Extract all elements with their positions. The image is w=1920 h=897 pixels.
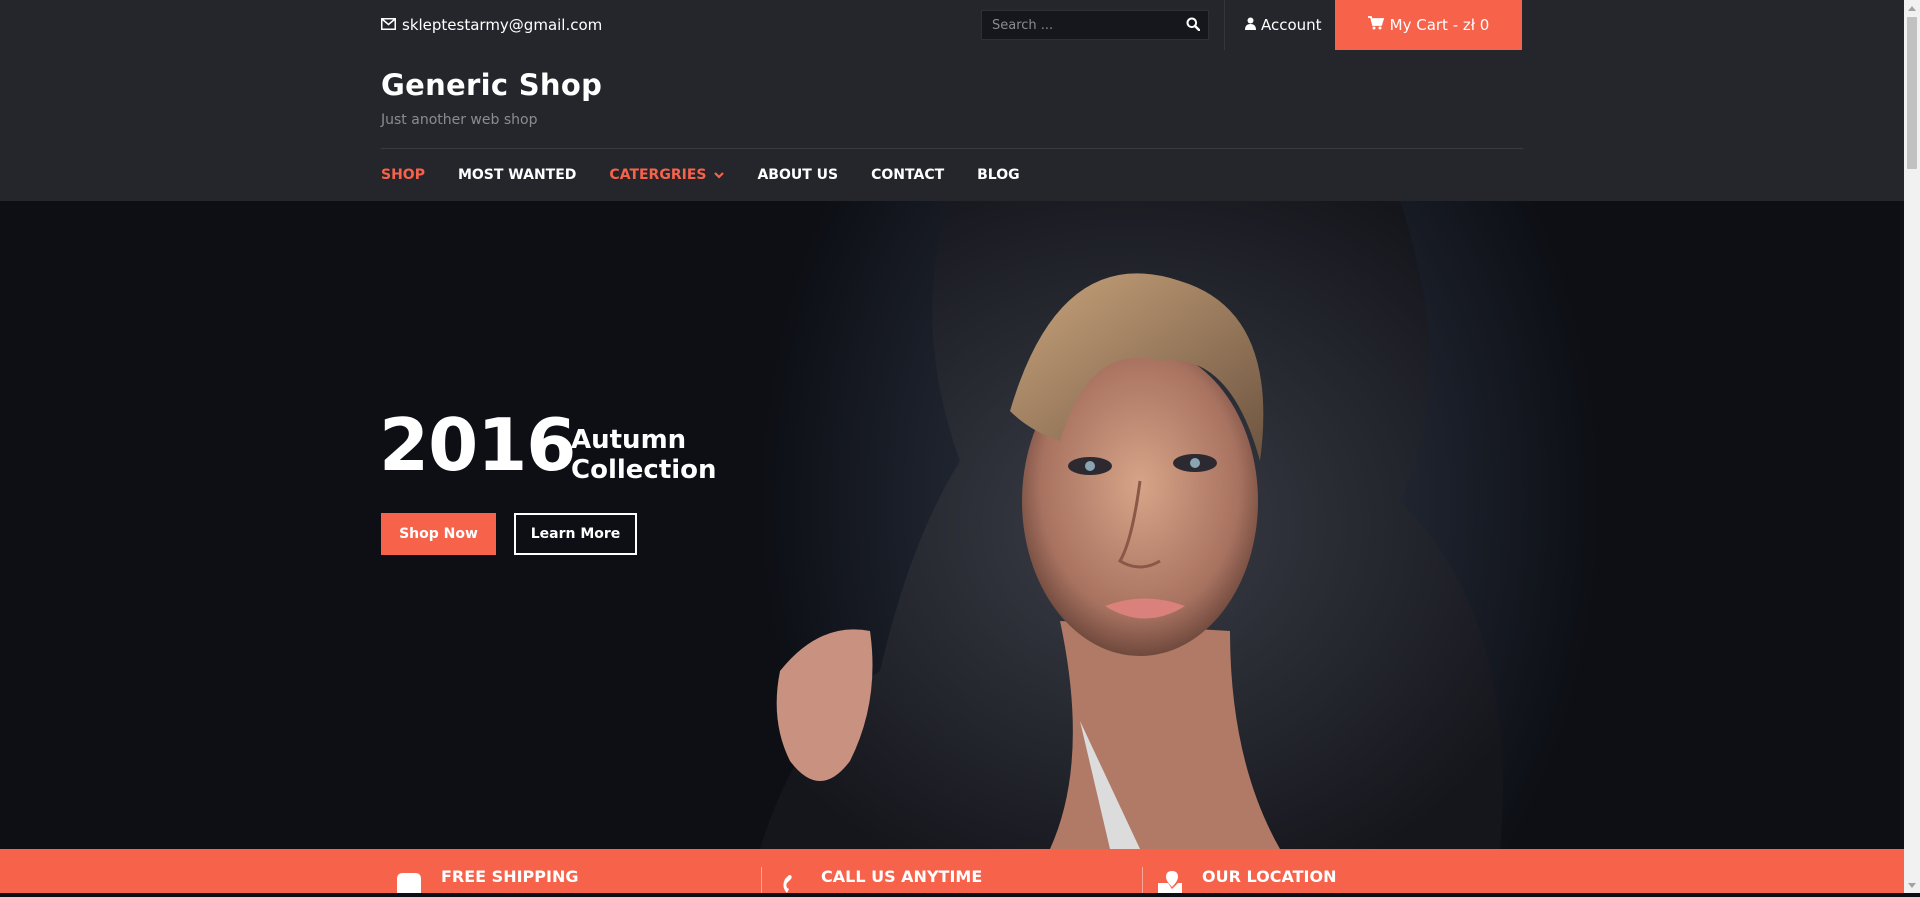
feature-divider bbox=[761, 867, 762, 893]
search-input[interactable] bbox=[982, 16, 1178, 34]
site-title[interactable]: Generic Shop bbox=[381, 68, 602, 102]
nav-item-label: CATERGRIES bbox=[609, 167, 707, 183]
feature-divider bbox=[1142, 867, 1143, 893]
contact-email-text: skleptestarmy@gmail.com bbox=[402, 16, 603, 34]
search-icon bbox=[1186, 16, 1201, 35]
cart-label: My Cart - zł 0 bbox=[1389, 16, 1490, 34]
chevron-down-icon bbox=[714, 167, 725, 183]
nav-item-most-wanted[interactable]: MOST WANTED bbox=[458, 167, 576, 183]
features-bar: FREE SHIPPING CALL US ANYTIME OUR LOCATI… bbox=[0, 849, 1904, 893]
scrollbar-thumb[interactable] bbox=[1907, 17, 1917, 169]
nav-item-label: BLOG bbox=[977, 167, 1020, 183]
search-form bbox=[981, 10, 1209, 40]
scroll-down-arrow-icon[interactable] bbox=[1904, 877, 1920, 893]
nav-item-label: ABOUT US bbox=[757, 167, 839, 183]
shopping-cart-icon bbox=[1367, 16, 1384, 34]
nav-item-blog[interactable]: BLOG bbox=[977, 167, 1020, 183]
hero-year: 2016 bbox=[379, 403, 576, 487]
nav-item-about-us[interactable]: ABOUT US bbox=[757, 167, 838, 183]
cart-button[interactable]: My Cart - zł 0 bbox=[1335, 0, 1522, 50]
learn-more-button[interactable]: Learn More bbox=[514, 513, 637, 555]
top-bar: skleptestarmy@gmail.com Account My Cart … bbox=[0, 0, 1904, 50]
feature-title: OUR LOCATION bbox=[1202, 867, 1337, 886]
contact-email[interactable]: skleptestarmy@gmail.com bbox=[381, 0, 602, 50]
envelope-icon bbox=[381, 16, 396, 34]
account-link[interactable]: Account bbox=[1245, 0, 1322, 50]
hero-subtitle: Autumn Collection bbox=[571, 425, 717, 485]
hero-subtitle-line-2: Collection bbox=[571, 455, 717, 485]
topbar-divider bbox=[1224, 0, 1225, 50]
feature-title: FREE SHIPPING bbox=[441, 867, 579, 886]
nav-item-shop[interactable]: SHOP bbox=[381, 167, 425, 183]
location-icon bbox=[1154, 869, 1184, 893]
scroll-up-arrow-icon[interactable] bbox=[1904, 0, 1920, 16]
hero-model-image bbox=[760, 201, 1503, 849]
search-button[interactable] bbox=[1178, 11, 1208, 39]
nav-item-contact[interactable]: CONTACT bbox=[871, 167, 944, 183]
shop-now-button[interactable]: Shop Now bbox=[381, 513, 496, 555]
user-icon bbox=[1245, 16, 1256, 34]
site-header: Generic Shop Just another web shop SHOP … bbox=[0, 50, 1904, 201]
hero-slider: 2016 Autumn Collection Shop Now Learn Mo… bbox=[0, 201, 1904, 849]
site-tagline: Just another web shop bbox=[381, 112, 538, 128]
nav-item-categories[interactable]: CATERGRIES bbox=[609, 167, 725, 183]
page-scrollbar[interactable] bbox=[1904, 0, 1920, 893]
main-nav: SHOP MOST WANTED CATERGRIES ABOUT US CON… bbox=[381, 149, 1053, 201]
nav-item-label: SHOP bbox=[381, 167, 425, 183]
phone-icon bbox=[773, 869, 803, 893]
nav-item-label: MOST WANTED bbox=[457, 167, 577, 183]
hero-subtitle-line-1: Autumn bbox=[571, 425, 687, 455]
feature-title: CALL US ANYTIME bbox=[821, 867, 983, 886]
nav-item-label: CONTACT bbox=[871, 167, 945, 183]
truck-icon bbox=[393, 869, 423, 893]
account-label: Account bbox=[1261, 16, 1322, 34]
